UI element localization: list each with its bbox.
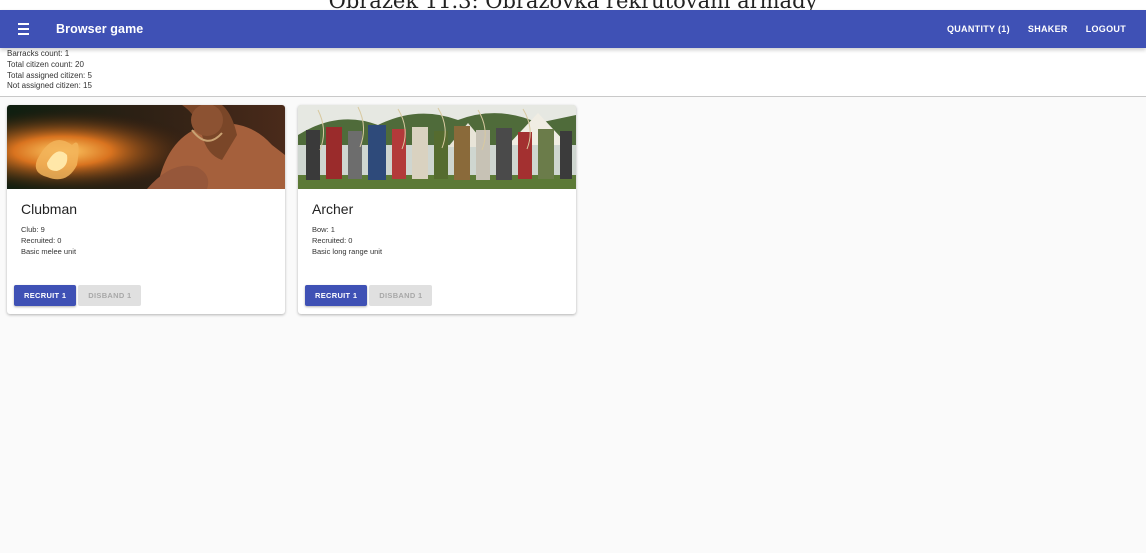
- page-caption-text: Obrázek 11.3: Obrazovka rekrutování armá…: [0, 0, 1146, 10]
- unit-description: Basic melee unit: [21, 247, 77, 256]
- card-actions: RECRUIT 1 DISBAND 1: [14, 285, 142, 306]
- unit-cards: Clubman Club: 9 Recruited: 0 Basic melee…: [0, 97, 1146, 397]
- app-title: Browser game: [56, 22, 144, 36]
- app-bar: Browser game QUANTITY (1) SHAKER LOGOUT: [0, 10, 1146, 48]
- menu-icon[interactable]: [12, 18, 34, 40]
- disband-button[interactable]: DISBAND 1: [78, 285, 142, 306]
- top-nav: QUANTITY (1) SHAKER LOGOUT: [937, 18, 1134, 40]
- unit-description: Basic long range unit: [312, 247, 383, 256]
- barracks-count: Barracks count: 1: [7, 49, 70, 58]
- unit-recruited: Recruited: 0: [21, 236, 62, 245]
- card-actions: RECRUIT 1 DISBAND 1: [305, 285, 433, 306]
- archer-image: [298, 105, 576, 189]
- not-assigned-citizen-count: Not assigned citizen: 15: [7, 81, 92, 91]
- recruit-button[interactable]: RECRUIT 1: [14, 285, 77, 306]
- recruit-button[interactable]: RECRUIT 1: [305, 285, 368, 306]
- unit-card-archer: Archer Bow: 1 Recruited: 0 Basic long ra…: [298, 105, 576, 314]
- unit-weapon: Bow: 1: [312, 225, 335, 234]
- page-caption: Obrázek 11.3: Obrazovka rekrutování armá…: [0, 0, 1146, 10]
- unit-name: Clubman: [21, 201, 78, 217]
- logout-button[interactable]: LOGOUT: [1078, 18, 1134, 40]
- unit-weapon: Club: 9: [21, 225, 45, 234]
- unit-card-clubman: Clubman Club: 9 Recruited: 0 Basic melee…: [7, 105, 285, 314]
- disband-button[interactable]: DISBAND 1: [369, 285, 433, 306]
- shaker-button[interactable]: SHAKER: [1020, 18, 1076, 40]
- app-root: Browser game QUANTITY (1) SHAKER LOGOUT …: [0, 10, 1146, 553]
- quantity-button[interactable]: QUANTITY (1): [939, 18, 1018, 40]
- clubman-image: [7, 105, 285, 189]
- unit-name: Archer: [312, 201, 354, 217]
- assigned-citizen-count: Total assigned citizen: 5: [7, 70, 92, 80]
- stats-panel: Barracks count: 1 Total citizen count: 2…: [0, 48, 1146, 97]
- unit-recruited: Recruited: 0: [312, 236, 353, 245]
- total-citizen-count: Total citizen count: 20: [7, 59, 84, 69]
